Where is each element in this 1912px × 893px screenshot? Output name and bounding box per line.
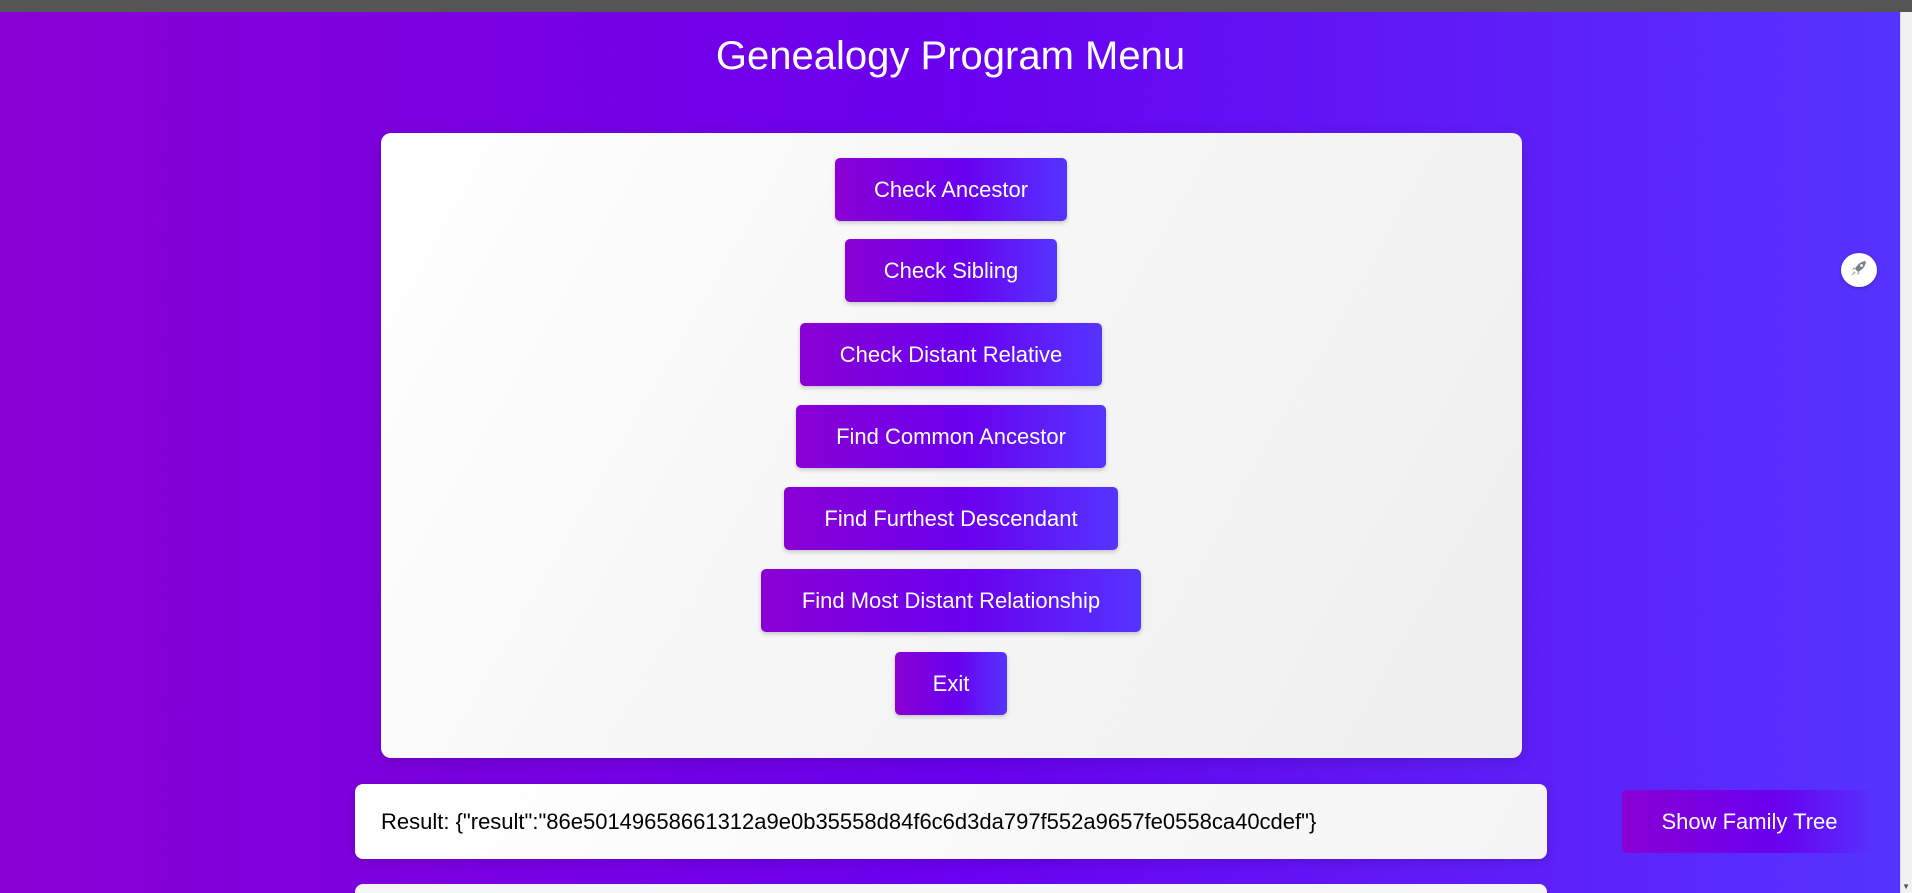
- check-sibling-button[interactable]: Check Sibling: [845, 239, 1057, 302]
- secondary-output-box: [355, 884, 1547, 893]
- rocket-icon: [1849, 258, 1869, 283]
- scroll-down-arrow-icon[interactable]: ▼: [1902, 882, 1910, 891]
- side-widget-button[interactable]: [1841, 253, 1877, 287]
- browser-top-strip: [0, 0, 1912, 12]
- result-output: Result: {"result":"86e50149658661312a9e0…: [355, 784, 1547, 859]
- menu-card: Check Ancestor Check Sibling Check Dista…: [381, 133, 1522, 758]
- show-family-tree-button[interactable]: Show Family Tree: [1622, 790, 1877, 853]
- vertical-scrollbar[interactable]: ▼: [1900, 12, 1912, 893]
- result-text: Result: {"result":"86e50149658661312a9e0…: [381, 808, 1317, 834]
- check-distant-relative-button[interactable]: Check Distant Relative: [800, 323, 1102, 386]
- page-title: Genealogy Program Menu: [715, 34, 1186, 78]
- find-furthest-descendant-button[interactable]: Find Furthest Descendant: [784, 487, 1118, 550]
- find-most-distant-relationship-button[interactable]: Find Most Distant Relationship: [761, 569, 1141, 632]
- find-common-ancestor-button[interactable]: Find Common Ancestor: [796, 405, 1106, 468]
- exit-button[interactable]: Exit: [895, 652, 1007, 715]
- check-ancestor-button[interactable]: Check Ancestor: [835, 158, 1067, 221]
